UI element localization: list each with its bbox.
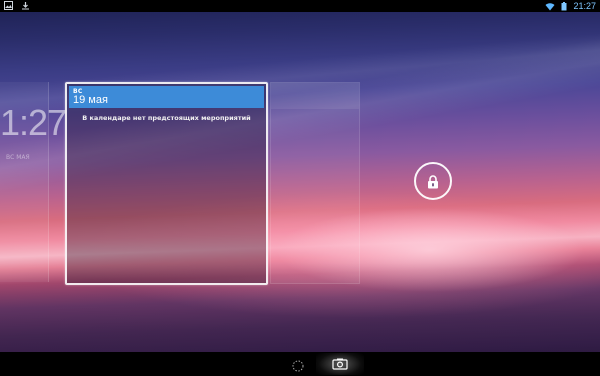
calendar-widget[interactable]: ВС 19 мая В календаре нет предстоящих ме… xyxy=(65,82,268,285)
lock-icon xyxy=(427,174,439,193)
camera-icon xyxy=(332,358,348,370)
camera-button[interactable] xyxy=(316,353,364,375)
status-bar: 21:27 xyxy=(0,0,600,12)
clock-day: ВС МАЯ xyxy=(6,154,30,161)
image-notification-icon xyxy=(4,1,13,10)
wifi-icon xyxy=(545,2,555,11)
calendar-empty-message: В календаре нет предстоящих мероприятий xyxy=(82,114,251,122)
battery-icon xyxy=(561,1,567,11)
adjacent-widget-header xyxy=(271,83,359,109)
calendar-date: 19 мая xyxy=(73,94,108,106)
download-icon xyxy=(21,1,30,10)
clock-time: 1:27 xyxy=(0,102,67,143)
loading-spinner-icon xyxy=(292,357,304,376)
calendar-header[interactable]: ВС 19 мая xyxy=(69,86,264,108)
status-time: 21:27 xyxy=(573,1,596,11)
adjacent-widget[interactable] xyxy=(270,82,360,284)
navigation-bar xyxy=(0,352,600,375)
unlock-handle[interactable] xyxy=(414,162,452,200)
